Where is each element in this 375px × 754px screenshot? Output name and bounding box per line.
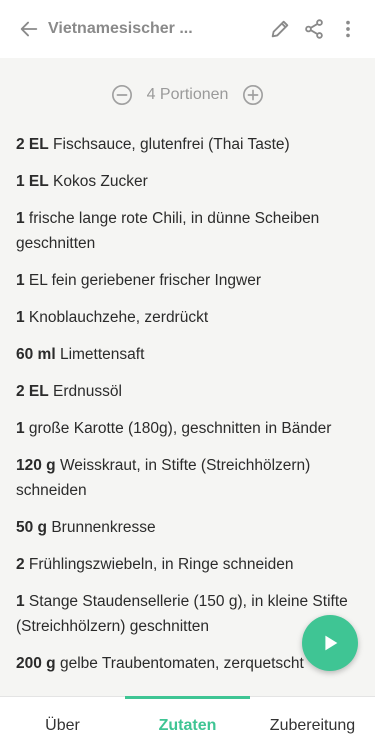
ingredient-quantity: 1 [16, 420, 25, 437]
back-button[interactable] [14, 14, 44, 44]
ingredient-text: gelbe Traubentomaten, zerquetscht [55, 655, 304, 672]
more-vertical-icon [346, 20, 350, 38]
ingredient-quantity: 50 g [16, 519, 48, 536]
ingredient-text: Knoblauchzehe, zerdrückt [24, 309, 209, 326]
ingredient-text: Brunnenkresse [47, 519, 156, 536]
ingredient-quantity: 120 g [16, 457, 56, 474]
start-cooking-button[interactable] [302, 615, 358, 671]
share-button[interactable] [299, 14, 329, 44]
share-icon [305, 19, 323, 39]
bottom-tab-bar: Über Zutaten Zubereitung [0, 696, 375, 754]
ingredient-item: 1 EL fein geriebener frischer Ingwer [16, 268, 356, 293]
portions-label: 4 Portionen [146, 86, 229, 103]
ingredient-list: 2 EL Fischsauce, glutenfrei (Thai Taste)… [16, 132, 356, 694]
ingredient-text: EL fein geriebener frischer Ingwer [24, 272, 261, 289]
plus-circle-icon [243, 85, 264, 105]
ingredient-quantity: 200 g [16, 655, 56, 672]
portions-stepper: 4 Portionen [0, 76, 375, 114]
ingredient-item: 1 Knoblauchzehe, zerdrückt [16, 305, 356, 330]
ingredient-text: große Karotte (180g), geschnitten in Bän… [24, 420, 332, 437]
more-button[interactable] [333, 14, 363, 44]
ingredient-text: Fischsauce, glutenfrei (Thai Taste) [48, 136, 290, 153]
ingredient-quantity: 2 [16, 556, 25, 573]
ingredient-text: Frühlingszwiebeln, in Ringe schneiden [24, 556, 294, 573]
ingredient-quantity: 2 EL [16, 136, 49, 153]
ingredient-text: Stange Staudensellerie (150 g), in klein… [16, 593, 348, 635]
decrease-portions-button[interactable] [111, 84, 133, 106]
ingredient-item: 1 große Karotte (180g), geschnitten in B… [16, 416, 356, 441]
ingredient-quantity: 60 ml [16, 346, 56, 363]
tab-zubereitung[interactable]: Zubereitung [250, 697, 375, 754]
ingredient-item: 2 EL Fischsauce, glutenfrei (Thai Taste) [16, 132, 356, 157]
ingredient-item: 1 EL Kokos Zucker [16, 169, 356, 194]
ingredient-item: 50 g Brunnenkresse [16, 515, 356, 540]
pencil-icon [271, 20, 289, 38]
ingredient-item: 60 ml Limettensaft [16, 342, 356, 367]
minus-circle-icon [111, 85, 132, 105]
ingredient-item: 120 g Weisskraut, in Stifte (Streichhölz… [16, 453, 356, 503]
ingredient-quantity: 1 EL [16, 173, 49, 190]
recipe-screen: Vietnamesischer ... 4 Portionen 2 EL Fis… [0, 0, 375, 754]
edit-button[interactable] [265, 14, 295, 44]
ingredient-quantity: 2 EL [16, 383, 49, 400]
tab-ueber[interactable]: Über [0, 697, 125, 754]
ingredient-text: Weisskraut, in Stifte (Streichhölzern) s… [16, 457, 311, 499]
ingredient-item: 1 frische lange rote Chili, in dünne Sch… [16, 206, 356, 256]
ingredient-quantity: 1 [16, 272, 25, 289]
top-app-bar: Vietnamesischer ... [0, 0, 375, 58]
ingredient-item: 2 EL Erdnussöl [16, 379, 356, 404]
arrow-left-icon [20, 21, 38, 37]
ingredient-quantity: 1 [16, 210, 25, 227]
tab-zutaten[interactable]: Zutaten [125, 696, 250, 754]
page-title: Vietnamesischer ... [48, 20, 193, 37]
ingredient-text: Kokos Zucker [48, 173, 148, 190]
ingredient-text: Erdnussöl [48, 383, 122, 400]
ingredient-text: Limettensaft [55, 346, 145, 363]
increase-portions-button[interactable] [242, 84, 264, 106]
ingredient-quantity: 1 [16, 309, 25, 326]
ingredient-quantity: 1 [16, 593, 25, 610]
ingredient-text: frische lange rote Chili, in dünne Schei… [16, 210, 320, 252]
play-icon [325, 635, 338, 651]
ingredient-item: 2 Frühlingszwiebeln, in Ringe schneiden [16, 552, 356, 577]
